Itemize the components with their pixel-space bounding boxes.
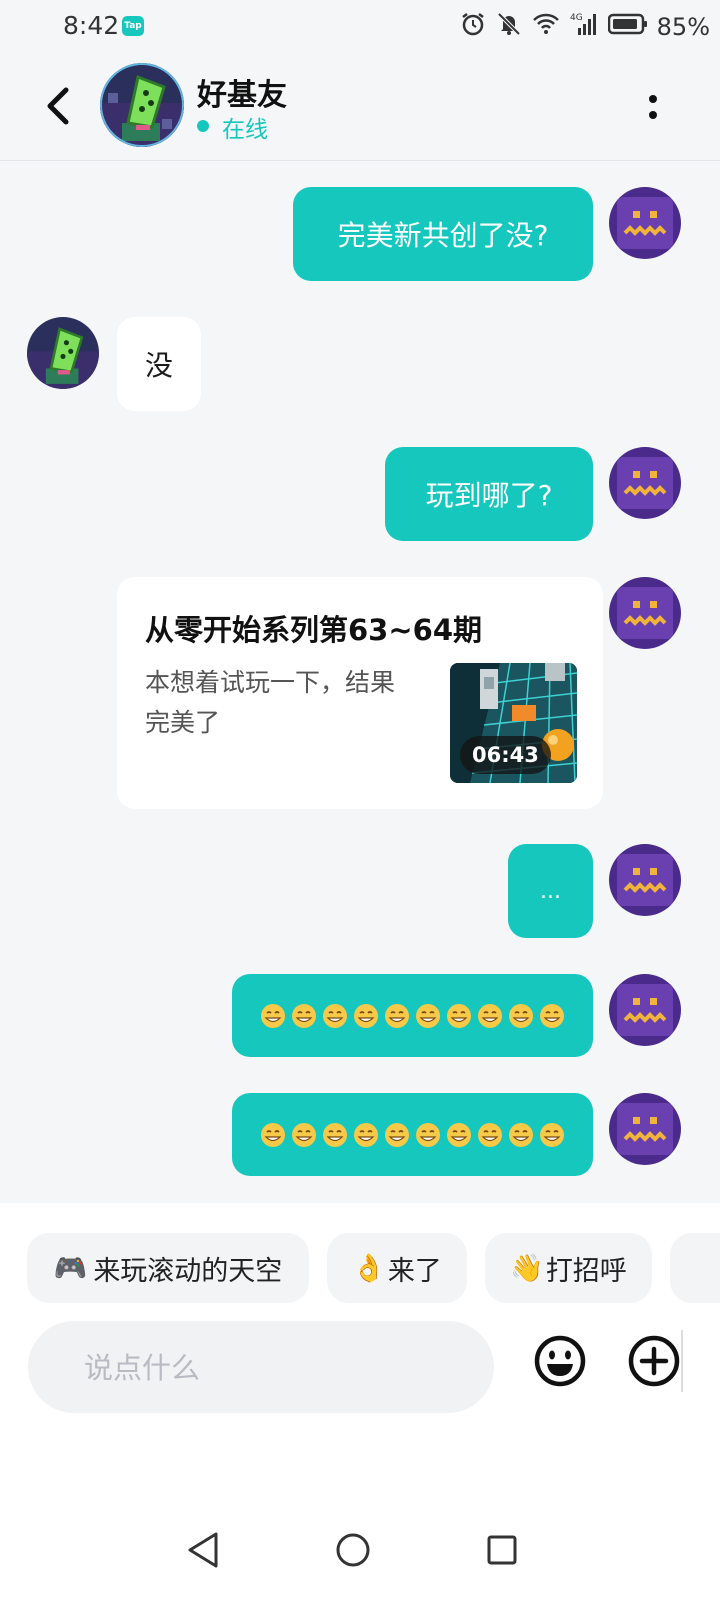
emoji-row <box>259 1121 566 1149</box>
grinning-face-icon <box>385 1122 409 1147</box>
grinning-face-icon <box>385 1003 409 1028</box>
tap-app-icon: Tap <box>122 16 144 36</box>
emoji-message-bubble[interactable] <box>232 1093 593 1176</box>
message-bubble-sent[interactable]: 玩到哪了? <box>385 447 593 541</box>
plus-circle-icon[interactable] <box>626 1333 682 1389</box>
quick-reply-label: 来了 <box>387 1255 442 1287</box>
message-bubble-sent[interactable]: ... <box>508 844 593 938</box>
grinning-face-icon <box>323 1003 347 1028</box>
grinning-face-icon <box>292 1122 316 1147</box>
nav-home-icon[interactable] <box>325 1522 381 1578</box>
my-avatar[interactable] <box>609 447 681 519</box>
message-bubble-received[interactable]: 没 <box>117 317 201 411</box>
video-duration: 06:43 <box>460 736 551 774</box>
card-title: 从零开始系列第63~64期 <box>145 613 483 647</box>
system-nav-bar <box>0 1510 720 1600</box>
grinning-face-icon <box>261 1003 285 1028</box>
my-avatar[interactable] <box>609 577 681 649</box>
contact-avatar[interactable] <box>27 317 99 389</box>
battery-icon <box>608 13 647 35</box>
status-time: 8:42 <box>63 11 120 40</box>
grinning-face-icon <box>261 1122 285 1147</box>
message-input-wrapper[interactable] <box>28 1321 494 1413</box>
message-bubble-sent[interactable]: 完美新共创了没? <box>293 187 593 281</box>
more-options-icon[interactable] <box>645 90 661 124</box>
gamepad-icon: 🎮 <box>53 1253 88 1284</box>
waving-hand-icon: 👋 <box>510 1253 544 1284</box>
status-bar: 8:42 Tap 4G 85% <box>0 0 720 52</box>
battery-percent: 85% <box>656 13 710 41</box>
grinning-face-icon <box>354 1122 378 1147</box>
grinning-face-icon <box>509 1003 533 1028</box>
quick-reply-label: 来玩滚动的天空 <box>93 1255 283 1287</box>
emoji-face-icon[interactable] <box>532 1333 588 1389</box>
message-input[interactable] <box>82 1343 466 1393</box>
status-icons: 4G 85% <box>460 11 710 41</box>
quick-reply-label: 打招呼 <box>545 1255 627 1287</box>
quick-reply-chip[interactable]: 🎮 来玩滚动的天空 <box>27 1233 309 1303</box>
quick-reply-bar[interactable]: 🎮 来玩滚动的天空 👌 来了 👋 打招呼 <box>0 1233 720 1303</box>
video-share-card[interactable]: 从零开始系列第63~64期 本想着试玩一下，结果完美了 06:43 <box>117 577 603 809</box>
grinning-face-icon <box>447 1122 471 1147</box>
grinning-face-icon <box>540 1003 564 1028</box>
grinning-face-icon <box>292 1003 316 1028</box>
my-avatar[interactable] <box>609 1093 681 1165</box>
grinning-face-icon <box>447 1003 471 1028</box>
emoji-row <box>259 1002 566 1030</box>
grinning-face-icon <box>416 1122 440 1147</box>
quick-reply-chip-partial[interactable] <box>670 1233 720 1303</box>
card-description: 本想着试玩一下，结果完美了 <box>145 668 396 737</box>
grinning-face-icon <box>540 1122 564 1147</box>
online-status-dot <box>197 120 209 132</box>
grinning-face-icon <box>478 1122 502 1147</box>
wifi-icon <box>533 13 559 34</box>
grinning-face-icon <box>509 1122 533 1147</box>
network-type: 4G <box>570 13 583 23</box>
back-arrow-icon[interactable] <box>40 82 76 130</box>
chat-header: 好基友 在线 <box>0 52 720 161</box>
ok-hand-icon: 👌 <box>352 1253 386 1284</box>
grinning-face-icon <box>354 1003 378 1028</box>
online-status-text: 在线 <box>222 117 268 143</box>
grinning-face-icon <box>323 1122 347 1147</box>
video-thumbnail[interactable]: 06:43 <box>450 663 577 783</box>
contact-name: 好基友 <box>197 78 287 113</box>
grinning-face-icon <box>478 1003 502 1028</box>
message-list[interactable]: 完美新共创了没? 没 玩到哪了? 从零开始系列第63~64期 本想着试玩一下，结… <box>0 161 720 1203</box>
alarm-icon <box>462 13 484 36</box>
quick-reply-chip[interactable]: 👋 打招呼 <box>485 1233 652 1303</box>
quick-reply-chip[interactable]: 👌 来了 <box>327 1233 467 1303</box>
mute-bell-icon <box>497 12 521 36</box>
my-avatar[interactable] <box>609 187 681 259</box>
divider <box>681 1330 683 1392</box>
nav-back-icon[interactable] <box>176 1522 232 1578</box>
nav-recents-icon[interactable] <box>474 1522 530 1578</box>
signal-icon: 4G <box>570 13 596 35</box>
grinning-face-icon <box>416 1003 440 1028</box>
my-avatar[interactable] <box>609 844 681 916</box>
my-avatar[interactable] <box>609 974 681 1046</box>
emoji-message-bubble[interactable] <box>232 974 593 1057</box>
contact-avatar[interactable] <box>100 63 184 147</box>
